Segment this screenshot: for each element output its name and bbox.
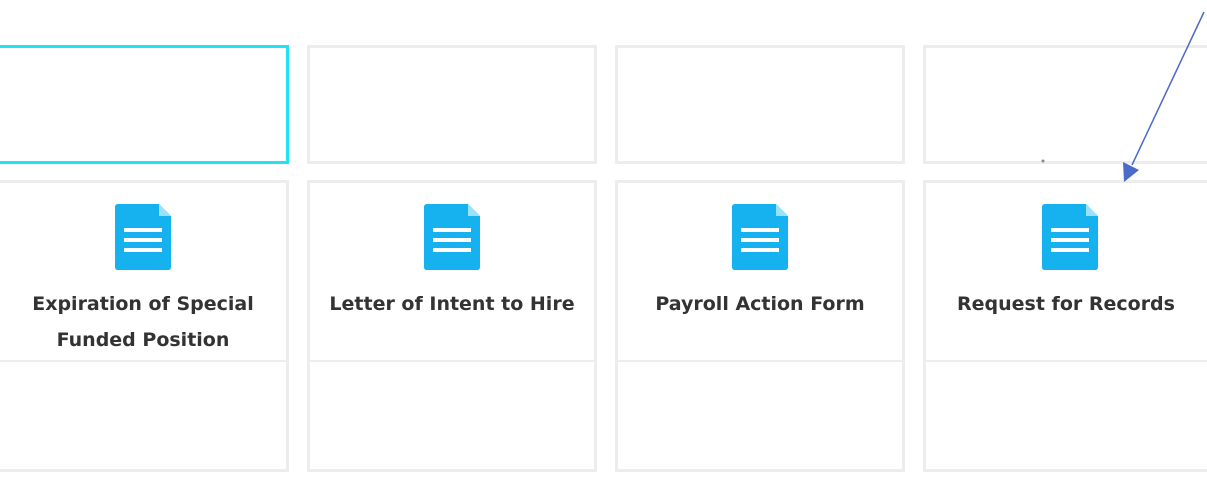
card-divider	[0, 360, 286, 362]
form-card-title: Letter of Intent to Hire	[329, 293, 575, 315]
form-card-expiration-special-funded[interactable]: Expiration of Special Funded Position	[0, 180, 289, 472]
card-top-2[interactable]	[307, 45, 597, 164]
document-icon	[424, 204, 480, 270]
card-top-4[interactable]	[923, 45, 1207, 164]
document-icon	[732, 204, 788, 270]
document-icon	[1042, 204, 1098, 270]
form-card-title: Request for Records	[957, 293, 1175, 315]
card-divider	[310, 360, 594, 362]
document-icon	[115, 204, 171, 270]
form-card-letter-of-intent[interactable]: Letter of Intent to Hire	[307, 180, 597, 472]
form-card-request-for-records[interactable]: Request for Records	[923, 180, 1207, 472]
form-card-title: Expiration of Special Funded Position	[32, 293, 254, 351]
card-top-1-selected[interactable]	[0, 45, 289, 164]
form-card-payroll-action[interactable]: Payroll Action Form	[615, 180, 905, 472]
card-divider	[618, 360, 902, 362]
card-top-3[interactable]	[615, 45, 905, 164]
card-divider	[926, 360, 1207, 362]
form-card-title: Payroll Action Form	[655, 293, 865, 315]
